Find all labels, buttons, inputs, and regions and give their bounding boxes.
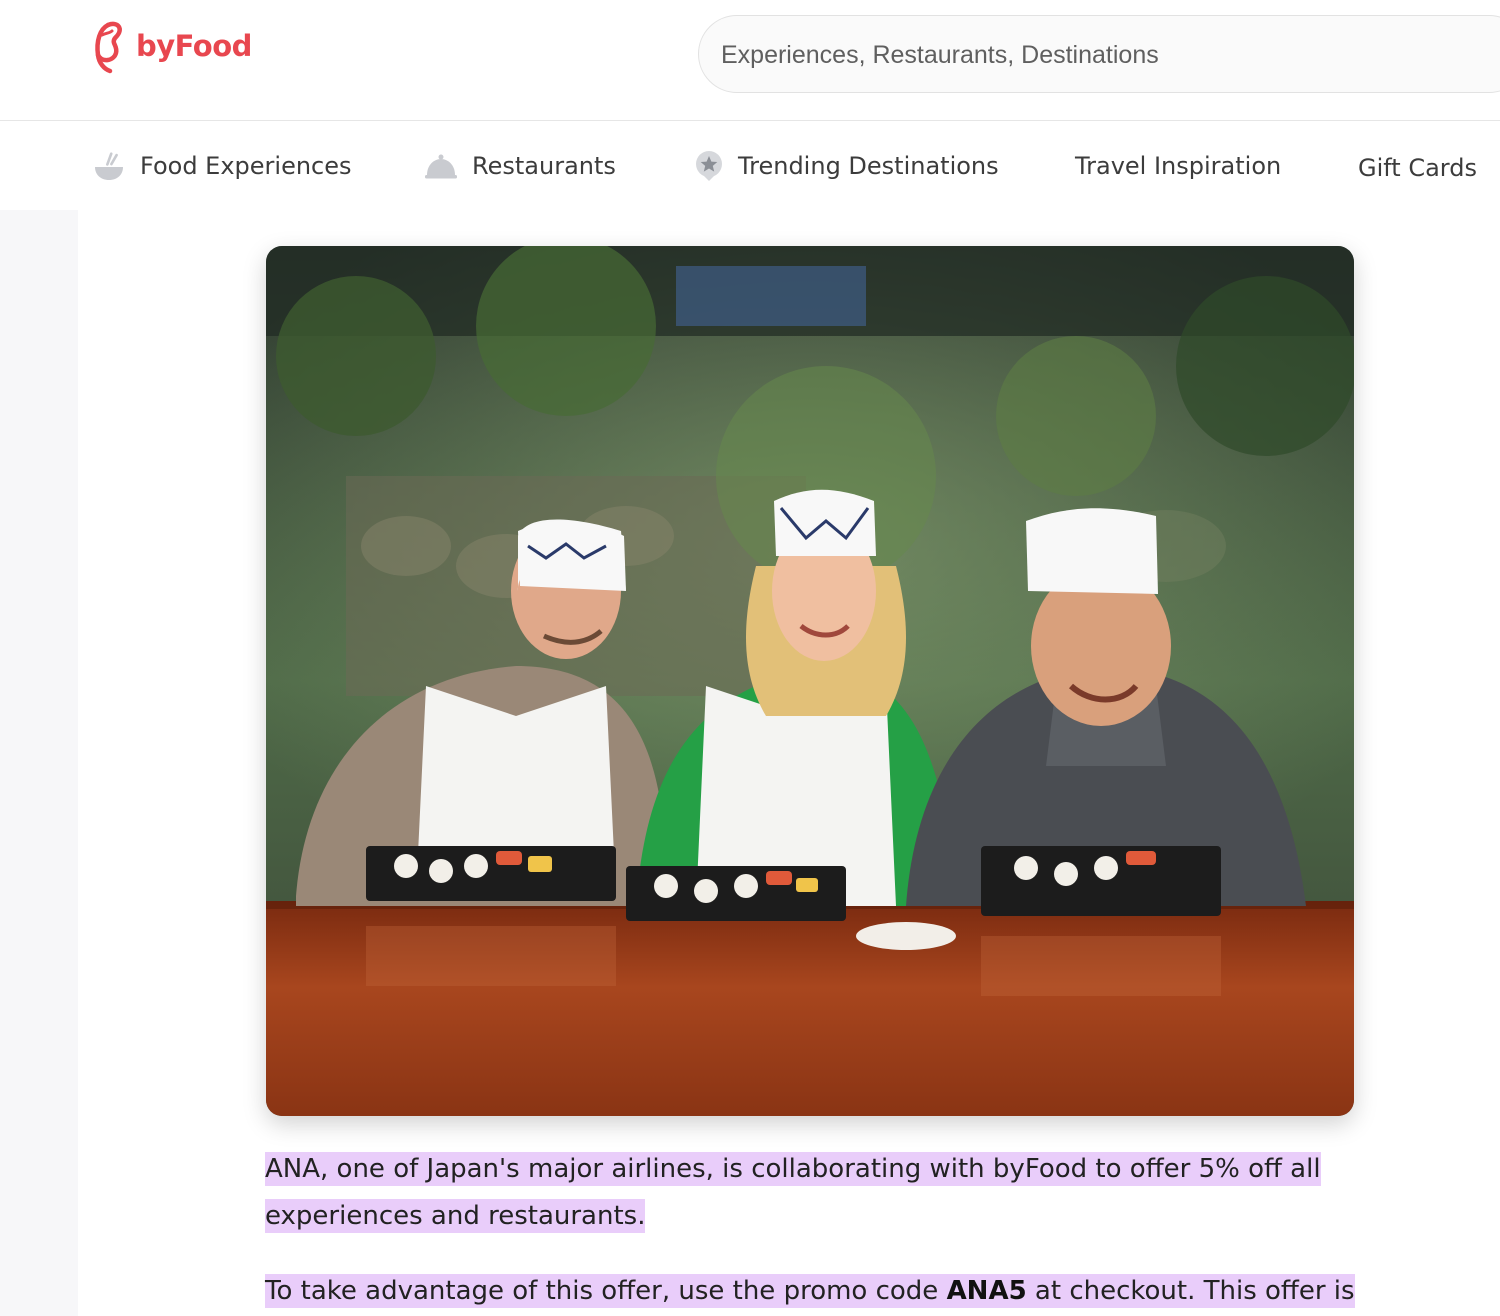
nav-item-travel-inspiration[interactable]: Travel Inspiration [1075, 121, 1281, 210]
cloche-icon [424, 149, 458, 183]
nav-label: Restaurants [472, 151, 616, 180]
promo-code: ANA5 [946, 1276, 1027, 1306]
nav-item-gift-cards[interactable]: Gift Cards [1358, 123, 1477, 212]
byfood-logo-icon [88, 19, 128, 83]
article-paragraph-2: To take advantage of this offer, use the… [265, 1268, 1365, 1315]
highlighted-text: To take advantage of this offer, use the… [265, 1274, 1355, 1308]
nav-item-food-experiences[interactable]: Food Experiences [92, 121, 352, 210]
site-header: byFood [0, 0, 1500, 121]
article-paragraph-1: ANA, one of Japan's major airlines, is c… [265, 1146, 1345, 1240]
logo-link[interactable]: byFood [88, 20, 252, 82]
search-bar[interactable] [698, 15, 1500, 94]
promo-text-before: To take advantage of this offer, use the… [265, 1276, 947, 1306]
nav-label: Travel Inspiration [1075, 151, 1282, 180]
bowl-icon [92, 149, 126, 183]
nav-item-restaurants[interactable]: Restaurants [424, 121, 616, 210]
search-input[interactable] [719, 16, 1483, 94]
nav-label: Gift Cards [1358, 153, 1477, 182]
nav-label: Food Experiences [140, 151, 352, 180]
promo-text-after: at checkout. This offer is [1026, 1276, 1355, 1306]
brand-name: byFood [136, 29, 252, 63]
nav-label: Trending Destinations [738, 151, 999, 180]
main-nav: Food Experiences Restaurants Trending De… [0, 121, 1500, 210]
nav-item-trending-destinations[interactable]: Trending Destinations [694, 121, 999, 210]
star-badge-icon [694, 149, 724, 183]
hero-image [266, 246, 1354, 1116]
highlighted-text: ANA, one of Japan's major airlines, is c… [265, 1152, 1321, 1233]
